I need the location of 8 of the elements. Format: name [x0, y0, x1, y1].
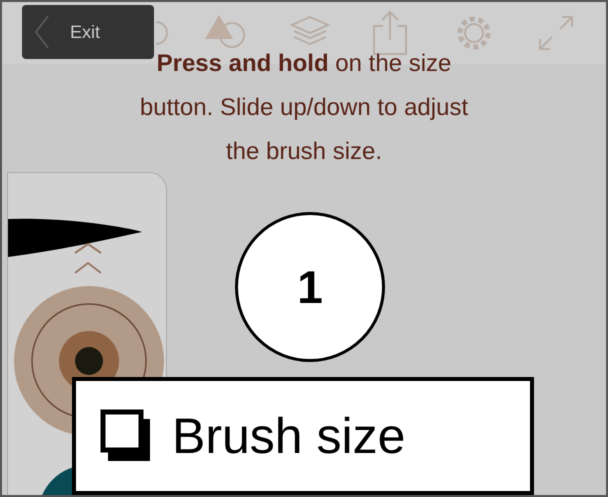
expand-icon[interactable] — [538, 15, 574, 51]
brush-tip-icon — [8, 217, 142, 259]
back-chevron-icon — [34, 15, 50, 49]
step-badge: 1 — [235, 212, 385, 362]
callout-text: Brush size — [172, 406, 406, 466]
square-checkbox-icon — [100, 409, 152, 463]
chevron-up-icon[interactable] — [73, 243, 103, 275]
exit-button[interactable]: Exit — [22, 5, 154, 59]
